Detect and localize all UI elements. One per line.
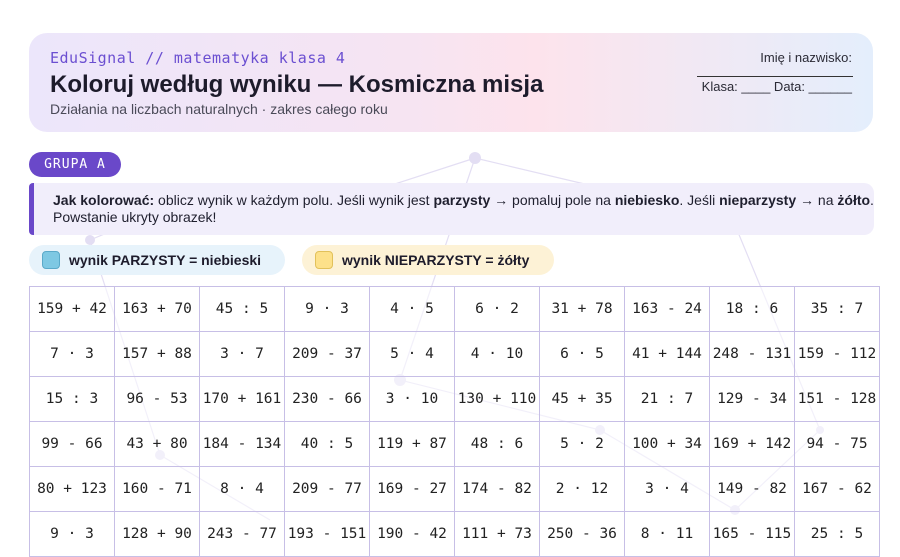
grid-cell[interactable]: 248 - 131 (709, 331, 795, 377)
group-badge: GRUPA A (29, 152, 121, 177)
grid-cell[interactable]: 3 · 10 (369, 376, 455, 422)
page-subtitle: Działania na liczbach naturalnych · zakr… (50, 101, 388, 117)
blue-swatch-icon (42, 251, 60, 269)
grid-cell[interactable]: 119 + 87 (369, 421, 455, 467)
grid-cell[interactable]: 130 + 110 (454, 376, 540, 422)
grid-cell[interactable]: 230 - 66 (284, 376, 370, 422)
grid-cell[interactable]: 9 · 3 (284, 286, 370, 332)
grid-cell[interactable]: 170 + 161 (199, 376, 285, 422)
grid-cell[interactable]: 41 + 144 (624, 331, 710, 377)
instructions-even-word: parzysty (433, 192, 491, 208)
class-date-fields: Klasa: ____ Data: ______ (701, 79, 852, 94)
instructions-text-4: → na (796, 192, 838, 208)
grid-cell[interactable]: 149 - 82 (709, 466, 795, 512)
legend-even-label: wynik PARZYSTY = niebieski (69, 252, 262, 268)
worksheet-header: EduSignal // matematyka klasa 4 Koloruj … (29, 33, 873, 132)
grid-cell[interactable]: 184 - 134 (199, 421, 285, 467)
grid-row: 80 + 123 160 - 71 8 · 4 209 - 77 169 - 27 174… (29, 466, 880, 512)
brand-label: EduSignal // matematyka klasa 4 (50, 49, 346, 67)
student-name-line (697, 76, 853, 77)
grid-cell[interactable]: 99 - 66 (29, 421, 115, 467)
grid-cell[interactable]: 94 - 75 (794, 421, 880, 467)
grid-cell[interactable]: 159 - 112 (794, 331, 880, 377)
grid-cell[interactable]: 165 - 115 (709, 511, 795, 557)
grid-cell[interactable]: 3 · 4 (624, 466, 710, 512)
grid-row: 7 · 3 157 + 88 3 · 7 209 - 37 5 · 44 · 10 6 ·… (29, 331, 880, 377)
grid-cell[interactable]: 31 + 78 (539, 286, 625, 332)
grid-cell[interactable]: 8 · 11 (624, 511, 710, 557)
grid-cell[interactable]: 35 : 7 (794, 286, 880, 332)
grid-cell[interactable]: 8 · 4 (199, 466, 285, 512)
instructions-box: Jak kolorować: oblicz wynik w każdym pol… (29, 183, 874, 235)
grid-cell[interactable]: 209 - 37 (284, 331, 370, 377)
grid-cell[interactable]: 129 - 34 (709, 376, 795, 422)
grid-cell[interactable]: 96 - 53 (114, 376, 200, 422)
student-name-label: Imię i nazwisko: (760, 50, 852, 65)
grid-cell[interactable]: 243 - 77 (199, 511, 285, 557)
grid-cell[interactable]: 9 · 3 (29, 511, 115, 557)
grid-cell[interactable]: 45 + 35 (539, 376, 625, 422)
grid-cell[interactable]: 128 + 90 (114, 511, 200, 557)
grid-cell[interactable]: 80 + 123 (29, 466, 115, 512)
grid-cell[interactable]: 5 · 4 (369, 331, 455, 377)
grid-cell[interactable]: 163 + 70 (114, 286, 200, 332)
grid-cell[interactable]: 43 + 80 (114, 421, 200, 467)
instructions-text-2: → pomaluj pole na (490, 192, 615, 208)
grid-cell[interactable]: 3 · 7 (199, 331, 285, 377)
grid-cell[interactable]: 15 : 3 (29, 376, 115, 422)
grid-cell[interactable]: 111 + 73 (454, 511, 540, 557)
instructions-blue-word: niebiesko (614, 192, 680, 208)
grid-cell[interactable]: 163 - 24 (624, 286, 710, 332)
grid-cell[interactable]: 21 : 7 (624, 376, 710, 422)
grid-cell[interactable]: 174 - 82 (454, 466, 540, 512)
grid-cell[interactable]: 18 : 6 (709, 286, 795, 332)
grid-cell[interactable]: 157 + 88 (114, 331, 200, 377)
yellow-swatch-icon (315, 251, 333, 269)
grid-cell[interactable]: 5 · 2 (539, 421, 625, 467)
grid-cell[interactable]: 48 : 6 (454, 421, 540, 467)
legend-odd: wynik NIEPARZYSTY = żółty (302, 245, 554, 275)
grid-cell[interactable]: 151 - 128 (794, 376, 880, 422)
coloring-grid: 159 + 42 163 + 70 45 : 59 · 34 · 56 · 2 31 … (29, 286, 880, 557)
grid-row: 9 · 3 128 + 90 243 - 77 193 - 151 190 - 42 11… (29, 511, 880, 557)
grid-cell[interactable]: 169 + 142 (709, 421, 795, 467)
grid-cell[interactable]: 7 · 3 (29, 331, 115, 377)
grid-cell[interactable]: 160 - 71 (114, 466, 200, 512)
grid-cell[interactable]: 2 · 12 (539, 466, 625, 512)
instructions-text-1: oblicz wynik w każdym polu. Jeśli wynik … (154, 192, 434, 208)
grid-cell[interactable]: 4 · 5 (369, 286, 455, 332)
page-title: Koloruj według wyniku — Kosmiczna misja (50, 71, 544, 98)
grid-cell[interactable]: 167 - 62 (794, 466, 880, 512)
instructions-lead: Jak kolorować: (53, 192, 155, 208)
grid-cell[interactable]: 193 - 151 (284, 511, 370, 557)
grid-cell[interactable]: 159 + 42 (29, 286, 115, 332)
grid-cell[interactable]: 6 · 2 (454, 286, 540, 332)
instructions-odd-word: nieparzysty (719, 192, 797, 208)
grid-cell[interactable]: 100 + 34 (624, 421, 710, 467)
instructions-yellow-word: żółto (837, 192, 871, 208)
grid-cell[interactable]: 45 : 5 (199, 286, 285, 332)
instructions-text-3: . Jeśli (679, 192, 720, 208)
grid-cell[interactable]: 40 : 5 (284, 421, 370, 467)
grid-cell[interactable]: 209 - 77 (284, 466, 370, 512)
grid-row: 99 - 66 43 + 80 184 - 134 40 : 5 119 + 87 48 … (29, 421, 880, 467)
grid-cell[interactable]: 4 · 10 (454, 331, 540, 377)
grid-cell[interactable]: 190 - 42 (369, 511, 455, 557)
grid-row: 159 + 42 163 + 70 45 : 59 · 34 · 56 · 2 31 … (29, 286, 880, 332)
grid-cell[interactable]: 169 - 27 (369, 466, 455, 512)
grid-cell[interactable]: 25 : 5 (794, 511, 880, 557)
grid-cell[interactable]: 250 - 36 (539, 511, 625, 557)
legend-even: wynik PARZYSTY = niebieski (29, 245, 285, 275)
grid-row: 15 : 3 96 - 53 170 + 161 230 - 66 3 · 10 130 … (29, 376, 880, 422)
grid-cell[interactable]: 6 · 5 (539, 331, 625, 377)
legend-odd-label: wynik NIEPARZYSTY = żółty (342, 252, 530, 268)
